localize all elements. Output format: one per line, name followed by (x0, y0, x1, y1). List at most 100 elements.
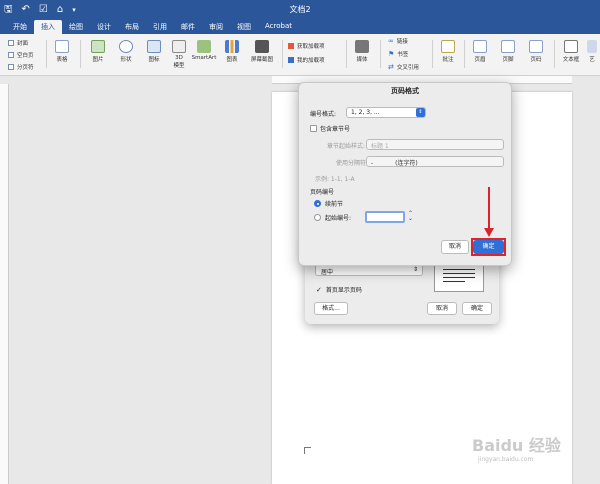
page-numbers-ok-button[interactable]: 确定 (462, 302, 492, 315)
vertical-ruler (0, 84, 9, 484)
get-addins-button[interactable]: 获取加载项 (288, 42, 325, 50)
tab-references[interactable]: 引用 (146, 20, 174, 34)
number-format-select[interactable]: 1, 2, 3, ... (346, 107, 426, 118)
crop-mark (304, 447, 311, 454)
divider (432, 40, 433, 68)
document-title: 文档2 (289, 5, 311, 14)
start-at-input[interactable] (365, 211, 405, 223)
separator-select[interactable]: - (连字符) (366, 156, 504, 167)
screenshot-button[interactable]: 屏幕截图 (248, 40, 276, 63)
divider (46, 40, 47, 68)
tab-mailings[interactable]: 邮件 (174, 20, 202, 34)
picture-icon (91, 40, 105, 53)
page-numbers-cancel-button[interactable]: 取消 (427, 302, 457, 315)
ribbon-tabs: 开始 插入 绘图 设计 布局 引用 邮件 审阅 视图 Acrobat (0, 20, 600, 34)
icons-icon (147, 40, 161, 53)
footer-button[interactable]: 页脚 (498, 40, 518, 63)
page-number-icon (529, 40, 543, 53)
footer-icon (501, 40, 515, 53)
blank-page-button[interactable]: 空白页 (8, 51, 34, 59)
watermark-url: jingyan.baidu.com (478, 456, 534, 463)
cover-page-icon (8, 40, 14, 46)
textbox-button[interactable]: 文本框 (560, 40, 582, 63)
page-break-icon (8, 64, 14, 70)
title-bar: 🖫 ↶ ☑ ⌂ ▾ 文档2 (0, 0, 600, 20)
tab-draw[interactable]: 绘图 (62, 20, 90, 34)
bookmark-icon: ⚑ (388, 50, 395, 58)
divider (282, 40, 283, 68)
header-button[interactable]: 页眉 (470, 40, 490, 63)
my-addins-button[interactable]: 我的加载项 (288, 56, 325, 64)
divider (554, 40, 555, 68)
annotation-arrow (488, 187, 490, 232)
tab-insert[interactable]: 插入 (34, 20, 62, 34)
annotation-arrow-head (484, 228, 494, 237)
cover-page-button[interactable]: 封面 (8, 39, 28, 47)
format-button[interactable]: 格式... (314, 302, 348, 315)
chart-button[interactable]: 图表 (222, 40, 242, 63)
comment-icon (441, 40, 455, 53)
divider (80, 40, 81, 68)
blank-page-icon (8, 52, 14, 58)
addins-icon (288, 57, 294, 63)
tab-layout[interactable]: 布局 (118, 20, 146, 34)
header-icon (473, 40, 487, 53)
tab-view[interactable]: 视图 (230, 20, 258, 34)
chart-icon (225, 40, 239, 53)
cancel-button[interactable]: 取消 (441, 240, 469, 254)
continue-label: 续前节 (325, 201, 344, 208)
table-icon (55, 40, 69, 53)
chevron-down-icon[interactable]: ⌄ (408, 216, 413, 222)
number-format-label: 编号格式: (310, 111, 337, 118)
chevron-updown-icon: ⇕ (412, 266, 418, 273)
shapes-button[interactable]: 形状 (116, 40, 136, 63)
divider (464, 40, 465, 68)
wordart-icon (587, 40, 597, 53)
page-number-button[interactable]: 页码 (526, 40, 546, 63)
tab-review[interactable]: 审阅 (202, 20, 230, 34)
page-break-button[interactable]: 分页符 (8, 63, 34, 71)
icons-button[interactable]: 图标 (144, 40, 164, 63)
show-on-first-page-checkbox[interactable]: ✓ 首页显示页码 (316, 285, 362, 295)
include-chapter-checkbox[interactable] (310, 125, 317, 132)
smartart-button[interactable]: SmartArt (190, 40, 218, 61)
watermark-logo: Baidu 经验 (472, 436, 561, 455)
link-icon: ∞ (388, 37, 394, 45)
cube-icon (172, 40, 186, 53)
link-button[interactable]: ∞ 链接 (388, 37, 408, 45)
cross-reference-icon: ⇄ (388, 63, 394, 71)
chapter-style-label: 章节起始样式: (327, 143, 366, 150)
picture-button[interactable]: 图片 (88, 40, 108, 63)
smartart-icon (197, 40, 211, 53)
numbering-label: 页码编号 (310, 189, 335, 196)
preview-line (443, 273, 475, 274)
camera-icon (255, 40, 269, 53)
preview-line (443, 277, 475, 278)
example-text: 示例: 1-1, 1-A (315, 176, 355, 183)
checkmark-icon: ✓ (316, 285, 322, 294)
store-icon (288, 43, 294, 49)
include-chapter-label: 包含章节号 (320, 126, 351, 133)
tab-acrobat[interactable]: Acrobat (258, 20, 299, 34)
comment-button[interactable]: 批注 (438, 40, 458, 63)
tab-design[interactable]: 设计 (90, 20, 118, 34)
preview-line (443, 281, 465, 282)
start-at-radio[interactable] (314, 214, 321, 221)
tab-home[interactable]: 开始 (6, 20, 34, 34)
start-at-stepper[interactable]: ⌃ ⌄ (408, 211, 413, 222)
3d-models-button[interactable]: 3D 模型 (170, 40, 188, 69)
separator-label: 使用分隔符: (336, 160, 369, 167)
shapes-icon (119, 40, 133, 53)
dialog-title: 页码格式 (391, 87, 419, 95)
start-at-label: 起始编号: (325, 215, 352, 222)
preview-line (443, 269, 475, 270)
wordart-button[interactable]: 艺 (586, 40, 598, 63)
table-button[interactable]: 表格 (52, 40, 72, 63)
cross-reference-button[interactable]: ⇄ 交叉引用 (388, 63, 419, 71)
ribbon: 封面 空白页 分页符 表格 图片 形状 图标 3D 模型 SmartArt 图表 … (0, 34, 600, 76)
chevron-updown-icon: ⇕ (416, 108, 425, 117)
media-button[interactable]: 媒体 (352, 40, 372, 63)
bookmark-button[interactable]: ⚑ 书签 (388, 50, 408, 58)
continue-radio[interactable] (314, 200, 321, 207)
chapter-style-select[interactable]: 标题 1 (366, 139, 504, 150)
